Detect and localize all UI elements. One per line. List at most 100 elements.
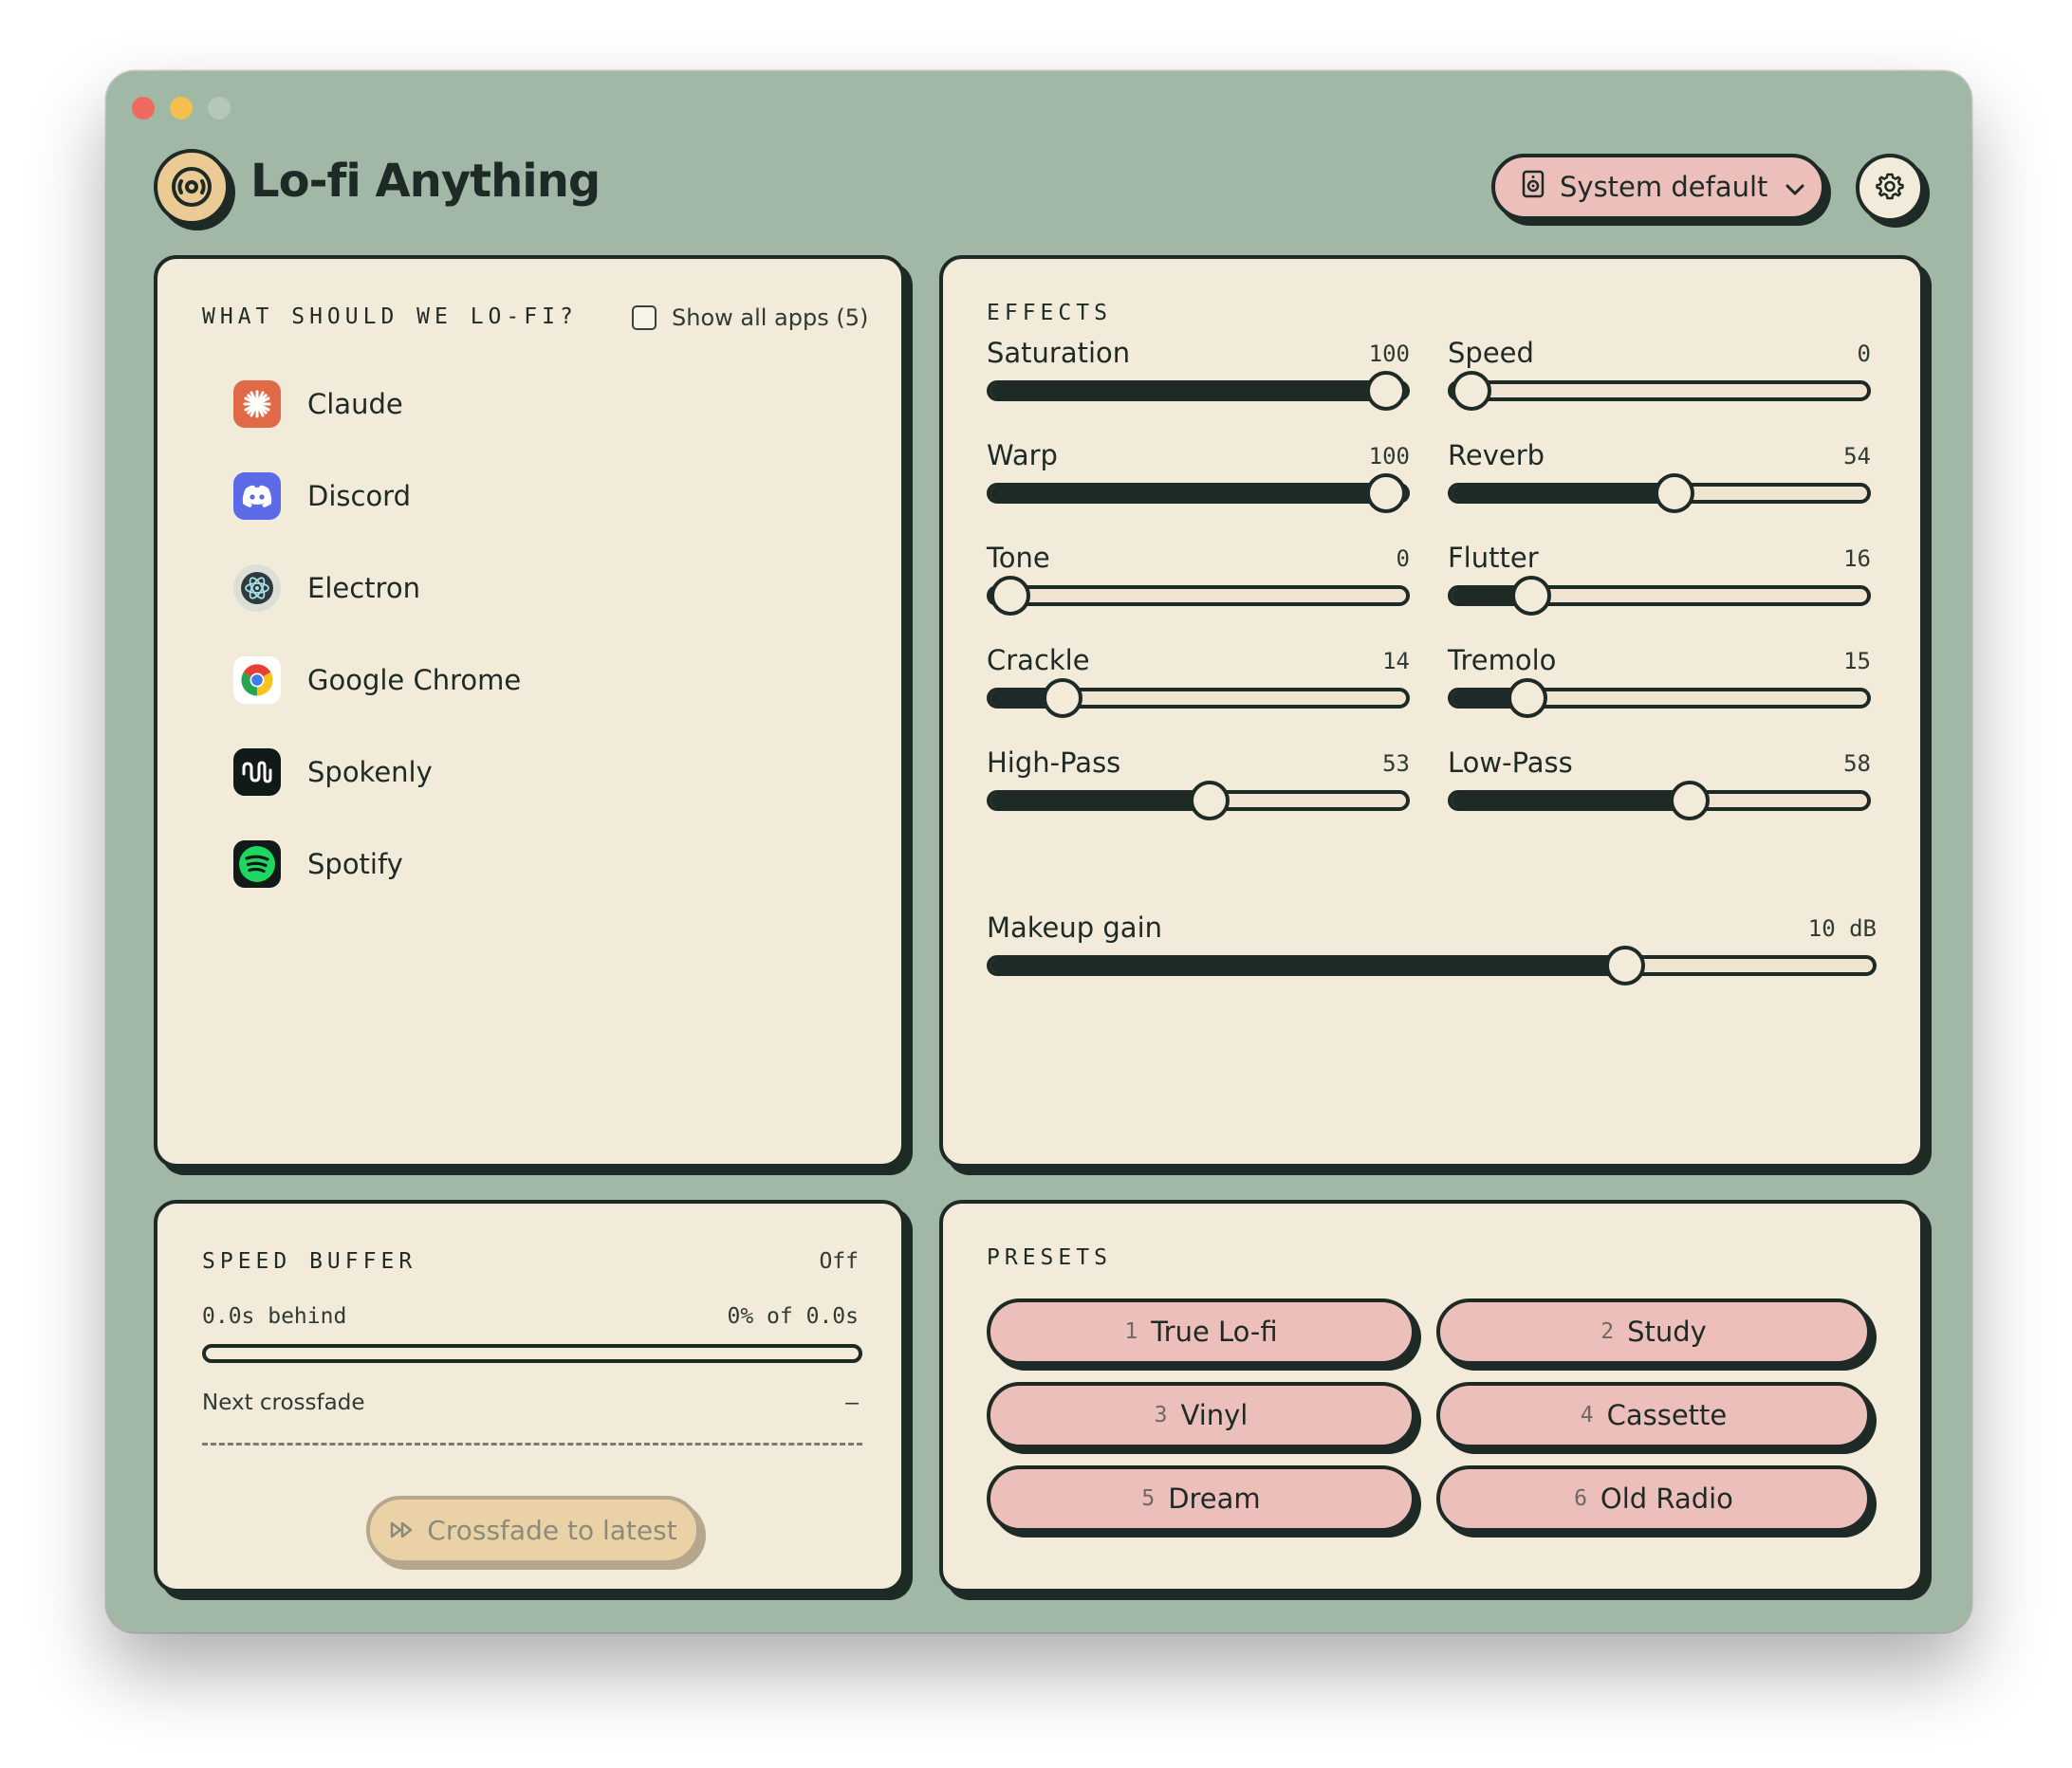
- app-item-label: Discord: [307, 480, 412, 512]
- preset-label: Cassette: [1606, 1399, 1728, 1431]
- tremolo-value: 15: [1843, 648, 1871, 674]
- slider-thumb[interactable]: [1508, 678, 1548, 718]
- slider-thumb[interactable]: [1366, 473, 1406, 513]
- close-window-button[interactable]: [132, 97, 155, 120]
- slider-thumb[interactable]: [990, 576, 1030, 616]
- app-item-claude[interactable]: Claude: [233, 380, 403, 428]
- minimize-window-button[interactable]: [170, 97, 193, 120]
- tone-label: Tone: [987, 542, 1050, 574]
- effects-section-title: EFFECTS: [987, 301, 1112, 325]
- output-device-label: System default: [1560, 171, 1768, 203]
- saturation-label: Saturation: [987, 337, 1131, 369]
- slider-fill: [990, 487, 1386, 500]
- crackle-slider[interactable]: [987, 678, 1410, 718]
- presets-section-title: PRESETS: [987, 1245, 1112, 1270]
- app-title: Lo-fi Anything: [250, 155, 601, 208]
- tone-slider[interactable]: [987, 576, 1410, 616]
- buffer-behind-text: 0.0s behind: [202, 1304, 347, 1329]
- speed-buffer-title: SPEED BUFFER: [202, 1249, 417, 1274]
- output-device-select[interactable]: System default: [1491, 154, 1825, 220]
- warp-slider[interactable]: [987, 473, 1410, 513]
- slider-fill: [990, 959, 1626, 972]
- discord-icon: [233, 472, 281, 520]
- crossfade-label: Crossfade to latest: [427, 1514, 677, 1546]
- high-pass-slider[interactable]: [987, 781, 1410, 820]
- preset-button[interactable]: 5 Dream: [987, 1465, 1415, 1532]
- app-item-label: Electron: [307, 572, 420, 604]
- next-crossfade-value: –: [845, 1390, 859, 1415]
- chrome-icon: [233, 656, 281, 704]
- slider-fill: [990, 794, 1210, 807]
- divider: [202, 1443, 862, 1446]
- slider-fill: [990, 384, 1386, 397]
- show-all-checkbox[interactable]: [632, 305, 657, 330]
- makeup-gain-label: Makeup gain: [987, 912, 1163, 944]
- electron-icon: [233, 564, 281, 612]
- crossfade-to-latest-button[interactable]: Crossfade to latest: [366, 1496, 700, 1564]
- low-pass-label: Low-Pass: [1448, 746, 1573, 779]
- chevron-down-icon: [1785, 171, 1805, 203]
- gear-icon: [1876, 172, 1904, 204]
- high-pass-label: High-Pass: [987, 746, 1121, 779]
- slider-thumb[interactable]: [1452, 371, 1491, 411]
- show-all-apps-toggle[interactable]: Show all apps (5): [632, 304, 868, 331]
- speed-buffer-status: Off: [819, 1249, 859, 1274]
- tremolo-slider[interactable]: [1448, 678, 1871, 718]
- slider-thumb[interactable]: [1669, 781, 1710, 820]
- claude-icon: [233, 380, 281, 428]
- high-pass-value: 53: [1382, 750, 1410, 777]
- preset-number: 2: [1600, 1319, 1615, 1344]
- flutter-label: Flutter: [1448, 542, 1539, 574]
- settings-button[interactable]: [1856, 154, 1924, 222]
- zoom-window-button[interactable]: [208, 97, 231, 120]
- preset-number: 6: [1574, 1486, 1587, 1511]
- app-item-label: Google Chrome: [307, 664, 522, 696]
- slider-thumb[interactable]: [1605, 946, 1646, 985]
- flutter-slider[interactable]: [1448, 576, 1871, 616]
- slider-thumb[interactable]: [1043, 678, 1083, 718]
- speed-slider[interactable]: [1448, 371, 1871, 411]
- preset-number: 4: [1580, 1403, 1594, 1427]
- low-pass-slider[interactable]: [1448, 781, 1871, 820]
- app-item-discord[interactable]: Discord: [233, 472, 411, 520]
- app-item-label: Claude: [307, 388, 403, 420]
- makeup-gain-value: 10 dB: [1807, 915, 1877, 942]
- preset-label: Old Radio: [1600, 1483, 1733, 1515]
- preset-label: Dream: [1168, 1483, 1261, 1515]
- slider-fill: [1452, 794, 1690, 807]
- slider-thumb[interactable]: [1654, 473, 1694, 513]
- app-item-label: Spokenly: [307, 756, 433, 788]
- apps-section-title: WHAT SHOULD WE LO-FI?: [202, 304, 578, 329]
- spotify-icon: [233, 840, 281, 888]
- preset-label: True Lo-fi: [1151, 1316, 1278, 1348]
- speaker-icon: [1522, 170, 1545, 205]
- app-item-spokenly[interactable]: Spokenly: [233, 748, 433, 796]
- preset-button[interactable]: 4 Cassette: [1436, 1382, 1871, 1448]
- tremolo-label: Tremolo: [1448, 644, 1557, 676]
- slider-thumb[interactable]: [1511, 576, 1552, 616]
- preset-number: 1: [1124, 1319, 1138, 1344]
- makeup-gain-slider[interactable]: [987, 946, 1877, 985]
- apps-panel: WHAT SHOULD WE LO-FI? Show all apps (5) …: [154, 255, 905, 1168]
- reverb-slider[interactable]: [1448, 473, 1871, 513]
- low-pass-value: 58: [1843, 750, 1871, 777]
- slider-thumb[interactable]: [1366, 371, 1406, 411]
- saturation-value: 100: [1368, 341, 1410, 367]
- preset-button[interactable]: 1 True Lo-fi: [987, 1298, 1415, 1365]
- saturation-slider[interactable]: [987, 371, 1410, 411]
- app-item-google-chrome[interactable]: Google Chrome: [233, 656, 521, 704]
- buffer-progress-bar: [202, 1344, 862, 1363]
- app-item-spotify[interactable]: Spotify: [233, 840, 403, 888]
- preset-button[interactable]: 6 Old Radio: [1436, 1465, 1871, 1532]
- preset-button[interactable]: 2 Study: [1436, 1298, 1871, 1365]
- preset-button[interactable]: 3 Vinyl: [987, 1382, 1415, 1448]
- fast-forward-icon: [389, 1515, 416, 1546]
- next-crossfade-label: Next crossfade: [202, 1390, 365, 1415]
- app-item-label: Spotify: [307, 848, 403, 880]
- slider-thumb[interactable]: [1189, 781, 1230, 820]
- reverb-label: Reverb: [1448, 439, 1545, 471]
- crackle-label: Crackle: [987, 644, 1090, 676]
- slider-fill: [1452, 487, 1674, 500]
- flutter-value: 16: [1843, 545, 1871, 572]
- app-item-electron[interactable]: Electron: [233, 564, 420, 612]
